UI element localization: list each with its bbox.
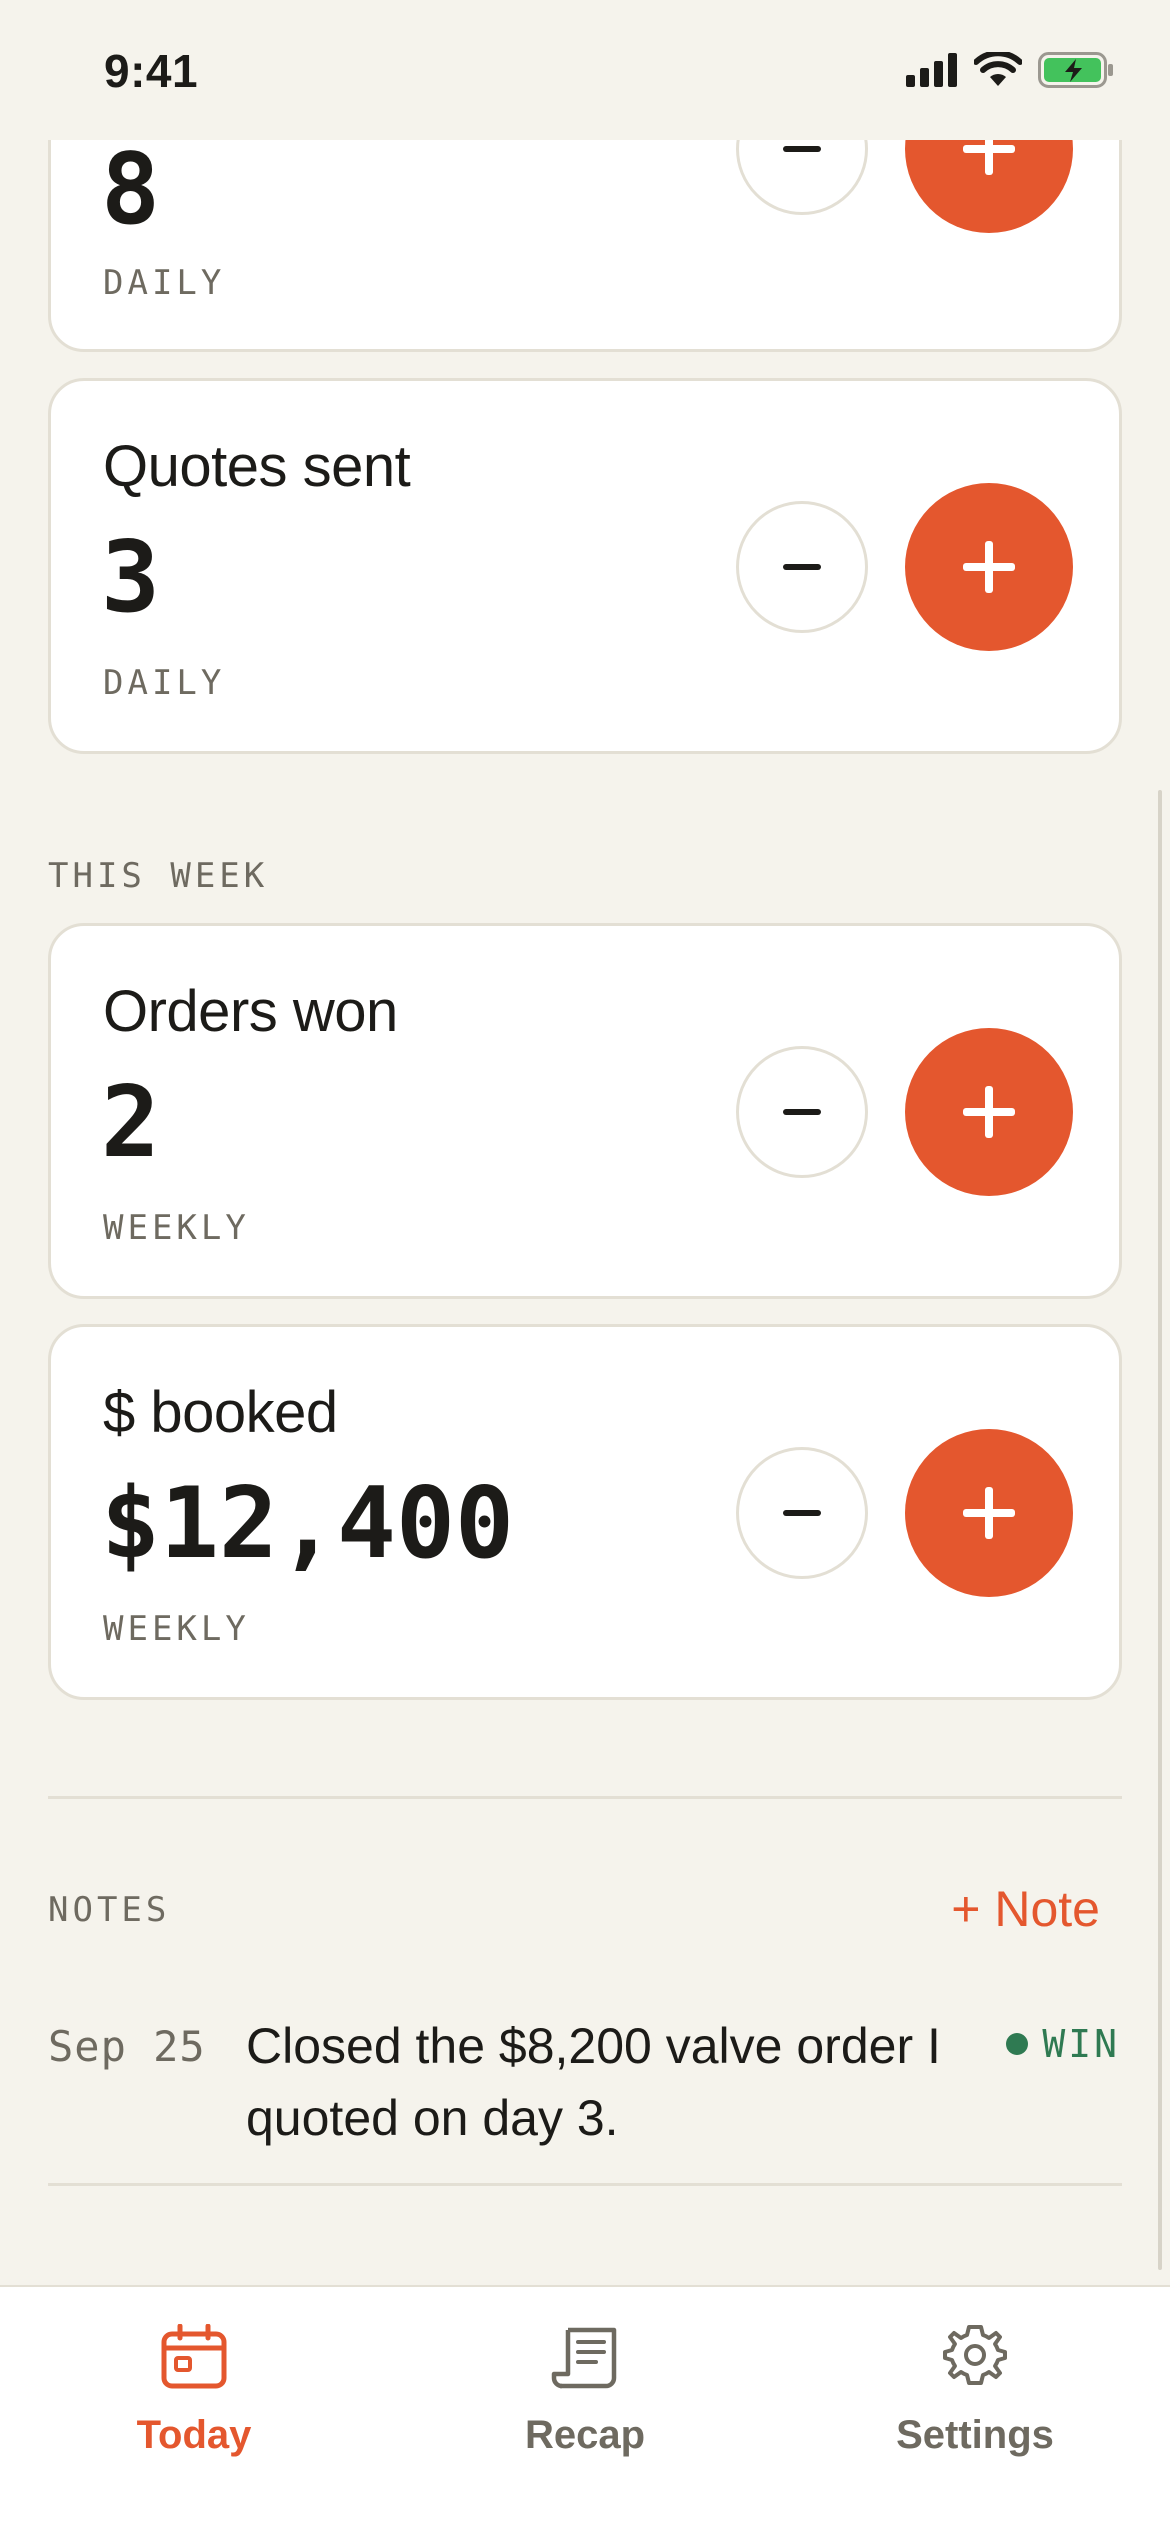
metric-title: $ booked: [103, 1380, 338, 1445]
metric-card: Orders won 2 WEEKLY: [48, 923, 1122, 1299]
note-date: Sep 25: [48, 2022, 206, 2071]
tab-today[interactable]: Today: [44, 2307, 344, 2458]
decrement-button[interactable]: [736, 501, 868, 633]
increment-button[interactable]: [905, 1429, 1073, 1597]
status-bar: 9:41: [0, 0, 1170, 140]
metric-title: Orders won: [103, 979, 398, 1044]
plus-icon: [963, 1487, 1015, 1539]
decrement-button[interactable]: [736, 1447, 868, 1579]
increment-button[interactable]: [905, 1028, 1073, 1196]
decrement-button[interactable]: [736, 1046, 868, 1178]
minus-icon: [783, 564, 821, 570]
scrollbar[interactable]: [1158, 790, 1162, 2270]
metric-card: $ booked $12,400 WEEKLY: [48, 1324, 1122, 1700]
metric-period: WEEKLY: [103, 1609, 250, 1649]
metric-value: 8: [101, 133, 163, 247]
metric-value: 2: [101, 1066, 163, 1180]
metric-period: WEEKLY: [103, 1208, 250, 1248]
add-note-button[interactable]: + Note: [951, 1880, 1100, 1938]
scroll-content[interactable]: 8 DAILY Quotes sent 3 DAILY THIS WEEK Or…: [0, 0, 1170, 2285]
note-text: Closed the $8,200 valve order I quoted o…: [246, 2018, 941, 2146]
tab-settings[interactable]: Settings: [825, 2307, 1125, 2458]
status-time: 9:41: [104, 45, 199, 97]
metric-card: Quotes sent 3 DAILY: [48, 378, 1122, 754]
increment-button[interactable]: [905, 483, 1073, 651]
status-icons: [906, 52, 1114, 88]
note-tag-label: WIN: [1042, 2022, 1120, 2066]
gear-icon: [943, 2325, 1007, 2385]
battery-charging-icon: [1038, 52, 1113, 88]
tab-label: Settings: [896, 2413, 1054, 2457]
metric-period: DAILY: [103, 663, 226, 703]
metric-value: $12,400: [101, 1467, 515, 1581]
minus-icon: [783, 1109, 821, 1115]
tab-label: Today: [136, 2413, 252, 2457]
note-divider: [48, 2183, 1122, 2186]
minus-icon: [783, 146, 821, 152]
tab-recap[interactable]: Recap: [435, 2307, 735, 2458]
plus-icon: [963, 541, 1015, 593]
wifi-icon: [974, 52, 1022, 86]
section-divider: [48, 1796, 1122, 1799]
metric-title: Quotes sent: [103, 434, 411, 499]
metric-period: DAILY: [103, 263, 226, 303]
note-tag-badge: WIN: [1006, 2022, 1120, 2066]
metric-value: 3: [101, 521, 163, 635]
receipt-icon: [551, 2327, 617, 2389]
tab-label: Recap: [524, 2413, 646, 2457]
plus-icon: [963, 1086, 1015, 1138]
section-label-this-week: THIS WEEK: [48, 856, 269, 896]
calendar-icon: [161, 2324, 227, 2389]
signal-icon: [906, 53, 957, 87]
section-label-notes: NOTES: [48, 1890, 171, 1930]
minus-icon: [783, 1510, 821, 1516]
tab-bar: Today Recap Settings: [0, 2285, 1170, 2532]
dot-icon: [1006, 2033, 1029, 2055]
